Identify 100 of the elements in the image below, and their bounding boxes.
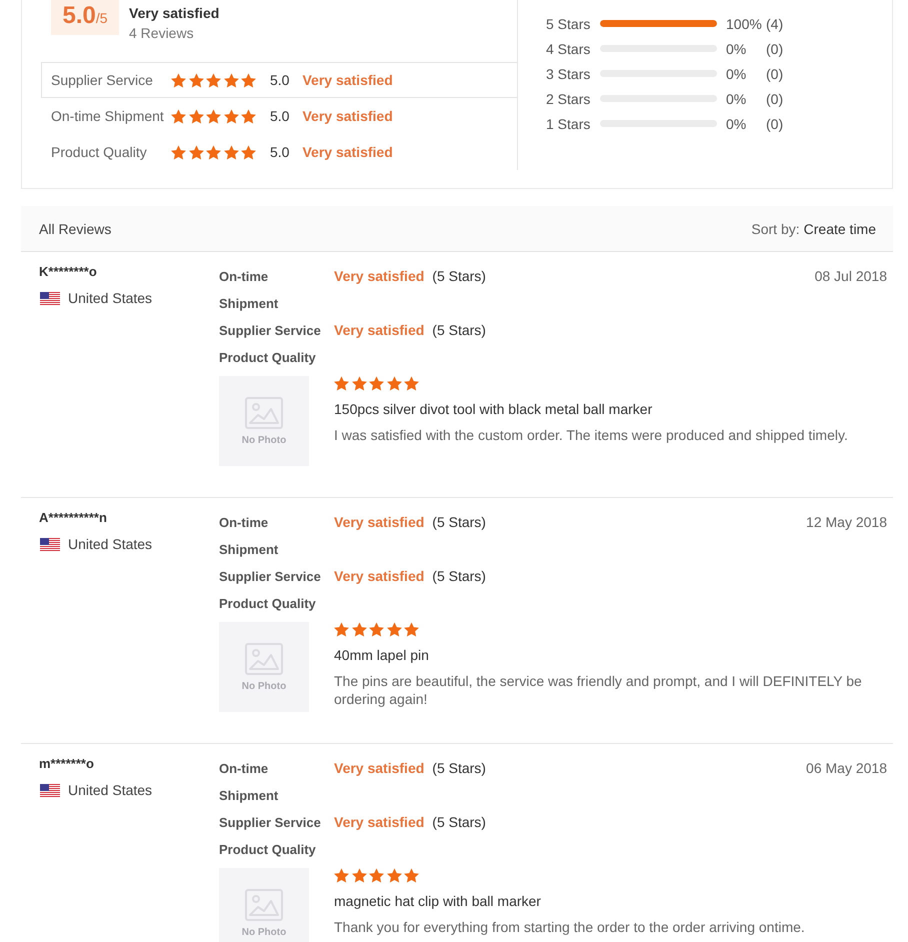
rating-label: Supplier Service: [219, 814, 322, 832]
flag-icon: [40, 538, 60, 550]
star-icon: [334, 622, 349, 637]
rating-label: On-time Shipment: [219, 514, 280, 559]
product-title: 150pcs silver divot tool with black metal ball marker: [334, 400, 654, 418]
count-text: (0): [766, 66, 784, 82]
percent-text: 100%: [726, 16, 762, 32]
rating-stars-text: (5 Stars): [432, 567, 486, 586]
review-date: 12 May 2018: [806, 513, 887, 532]
rating-verdict: Very satisfied: [334, 813, 424, 832]
flag-icon: [40, 292, 60, 304]
reviews-title: All Reviews: [39, 220, 112, 236]
star-icon: [386, 622, 402, 637]
star-icon: [206, 72, 221, 88]
rating-stars-text: (5 Stars): [432, 759, 486, 778]
country-name: United States: [68, 290, 152, 306]
aspect-label: On-time Shipment: [50, 108, 165, 124]
review-comment: Thank you for everything from starting the order to the order arriving ontime.: [334, 918, 806, 936]
overall-verdict: Very satisfied: [129, 4, 220, 23]
star-icon: [352, 376, 366, 391]
star-icon: [171, 144, 186, 160]
star-icon: [352, 622, 366, 637]
reviewer-name: m*******o: [39, 755, 95, 773]
star-level-label: 1 Stars: [546, 116, 592, 132]
count-text: (0): [766, 40, 784, 56]
reviewer-name: K********o: [39, 263, 98, 281]
star-icon: [386, 376, 402, 391]
review-comment: I was satisfied with the custom order. The items were produced and shipped timely.: [334, 426, 849, 444]
star-icon: [171, 108, 186, 124]
review-date: 08 Jul 2018: [814, 267, 887, 286]
star-icon: [224, 108, 238, 124]
star-icon: [334, 868, 349, 883]
review-comment: The pins are beautiful, the service was friendly and prompt, and I will DEFINITELY be ordering again!: [334, 672, 863, 708]
star-icon: [369, 376, 384, 391]
star-icon: [188, 108, 204, 124]
star-icon: [404, 868, 419, 883]
percent-text: 0%: [726, 40, 748, 56]
image-icon: [245, 888, 283, 920]
rating-verdict: Very satisfied: [334, 321, 424, 340]
country-name: United States: [68, 536, 152, 552]
rating-stars-text: (5 Stars): [432, 813, 486, 832]
star-icon: [224, 72, 238, 88]
star-icon: [188, 72, 204, 88]
sort-label: Sort by:: [751, 220, 800, 236]
rating-label: On-time Shipment: [219, 268, 280, 313]
star-icon: [206, 144, 221, 160]
rating-verdict: Very satisfied: [334, 267, 424, 286]
star-icon: [404, 622, 419, 637]
score-value: 5.0: [62, 4, 96, 28]
percent-text: 0%: [726, 66, 748, 82]
star-icon: [241, 72, 256, 88]
product-title: magnetic hat clip with ball marker: [334, 892, 542, 910]
aspect-label: Supplier Service: [50, 72, 154, 88]
star-icon: [369, 868, 384, 883]
photo-caption: No Photo: [242, 680, 286, 692]
star-icon: [334, 376, 349, 391]
star-icon: [241, 108, 256, 124]
rating-label: Product Quality: [219, 595, 317, 613]
percent-text: 0%: [726, 116, 748, 132]
rating-label: On-time Shipment: [219, 760, 280, 805]
aspect-score: 5.0: [270, 72, 290, 88]
star-icon: [352, 868, 366, 883]
rating-label: Product Quality: [219, 349, 317, 367]
rating-stars-text: (5 Stars): [432, 267, 486, 286]
aspect-label: Product Quality: [50, 144, 148, 160]
aspect-score: 5.0: [270, 144, 290, 160]
star-icon: [369, 622, 384, 637]
aspect-verdict: Very satisfied: [302, 144, 393, 160]
rating-verdict: Very satisfied: [334, 567, 424, 586]
star-icon: [224, 144, 238, 160]
rating-stars-text: (5 Stars): [432, 513, 486, 532]
star-icon: [386, 868, 402, 883]
reviewer-name: A**********n: [39, 509, 108, 527]
percent-text: 0%: [726, 90, 748, 106]
rating-verdict: Very satisfied: [334, 759, 424, 778]
image-icon: [245, 396, 283, 428]
star-level-label: 3 Stars: [546, 66, 592, 82]
country-name: United States: [68, 782, 152, 798]
review-date: 06 May 2018: [806, 759, 887, 778]
product-title: 40mm lapel pin: [334, 646, 430, 664]
star-icon: [206, 108, 221, 124]
rating-label: Product Quality: [219, 841, 317, 859]
sort-dropdown[interactable]: Create time: [804, 220, 876, 236]
photo-caption: No Photo: [242, 926, 286, 938]
rating-stars-text: (5 Stars): [432, 321, 486, 340]
star-level-label: 4 Stars: [546, 40, 592, 56]
review-count: 4 Reviews: [129, 24, 195, 43]
count-text: (0): [766, 90, 784, 106]
star-icon: [404, 376, 419, 391]
aspect-verdict: Very satisfied: [302, 108, 393, 124]
star-level-label: 2 Stars: [546, 90, 592, 106]
flag-icon: [40, 784, 60, 796]
count-text: (4): [766, 16, 784, 32]
image-icon: [245, 642, 283, 674]
rating-label: Supplier Service: [219, 568, 322, 586]
aspect-verdict: Very satisfied: [302, 72, 393, 88]
rating-label: Supplier Service: [219, 322, 322, 340]
photo-caption: No Photo: [242, 434, 286, 446]
star-level-label: 5 Stars: [546, 16, 592, 32]
star-icon: [188, 144, 204, 160]
